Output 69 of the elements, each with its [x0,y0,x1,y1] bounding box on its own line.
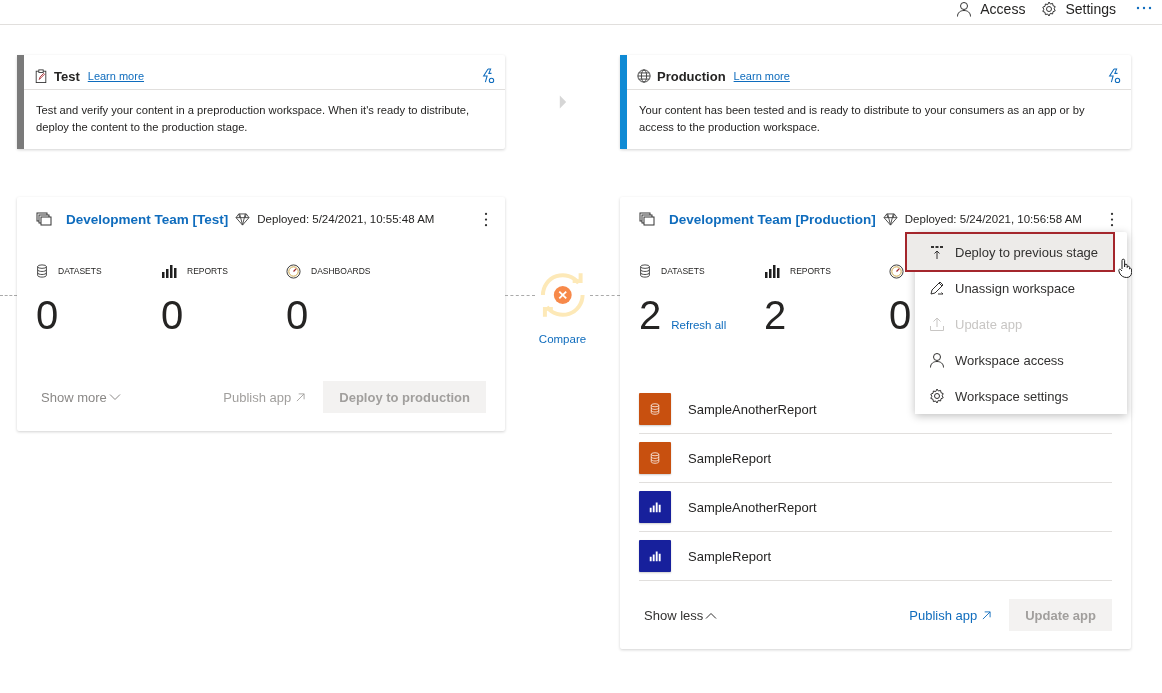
workspace-icon [36,212,52,226]
workspace-icon [639,212,655,226]
clipboard-icon [34,69,48,83]
deployed-timestamp: Deployed: 5/24/2021, 10:56:58 AM [904,213,1082,225]
external-link-icon [296,392,306,402]
compare-link[interactable]: Compare [538,333,587,345]
menu-item[interactable]: Workspace settings [915,378,1127,414]
stage-description: Test and verify your content in a preproduction workspace. When it's ready to distribute, deploy the content to the production stage. [35,103,471,135]
diamond-icon [235,212,251,226]
item-name: SampleAnotherReport [688,401,817,417]
stat-label: DASHBOARDS [311,266,371,276]
more-options-icon[interactable] [484,211,488,227]
person-icon [929,352,945,368]
more-options-icon[interactable] [1110,211,1114,227]
database-icon [36,264,48,278]
refresh-all-link[interactable]: Refresh all [671,319,727,331]
stat-count: 2 [764,292,787,339]
lightning-gear-icon[interactable] [481,68,495,84]
stat-label: REPORTS [790,266,831,276]
learn-more-link[interactable]: Learn more [733,70,790,82]
person-icon [956,1,973,17]
stage-description: Your content has been tested and is ready to distribute to your consumers as an app or by access to the production workspace. [638,103,1086,135]
bar-chart-icon [649,550,661,562]
workspace-title-link[interactable]: Development Team [Test] [66,211,229,227]
deployed-timestamp: Deployed: 5/24/2021, 10:55:48 AM [257,213,435,225]
database-icon [649,452,661,464]
stat-count: 2 [639,292,662,339]
item-name: SampleReport [688,450,772,466]
stat-label: REPORTS [187,266,228,276]
show-more-button[interactable]: Show more [36,389,121,405]
item-name: SampleAnotherReport [688,499,817,515]
show-less-button[interactable]: Show less [639,607,718,623]
stat-label: DATASETS [58,266,102,276]
bar-chart-icon [649,501,661,513]
menu-item[interactable]: Workspace access [915,342,1127,378]
bar-chart-icon [764,264,780,278]
stat-count: 0 [286,292,309,339]
stage-title: Test [54,68,80,84]
database-icon [649,403,661,415]
diamond-icon [882,212,898,226]
database-icon [639,264,651,278]
chevron-icon [705,611,718,619]
globe-icon [637,69,651,83]
settings-button[interactable]: Settings [1041,1,1116,17]
workspace-title-link[interactable]: Development Team [Production] [669,211,876,227]
settings-icon [1041,1,1058,17]
gauge-icon [286,263,301,279]
stat-count: 0 [36,292,59,339]
item-name: SampleReport [688,548,772,564]
chevron-icon [108,393,121,401]
publish-app-link[interactable]: Publish app [909,607,992,623]
deploy-up-icon [929,244,945,260]
learn-more-link[interactable]: Learn more [87,70,145,82]
menu-item[interactable]: Unassign workspace [915,270,1127,306]
settings-icon [929,388,945,404]
upload-icon [929,316,945,332]
stat-count: 0 [889,292,912,339]
lightning-gear-icon[interactable] [1107,68,1121,84]
bar-chart-icon [161,264,177,278]
stage-title: Production [657,68,726,84]
access-button[interactable]: Access [956,1,1026,17]
stat-count: 0 [161,292,184,339]
external-link-icon [982,610,992,620]
menu-item[interactable]: Deploy to previous stage [907,234,1113,270]
more-icon[interactable] [1136,6,1152,10]
arrow-right-icon [558,95,567,109]
gauge-icon [889,263,904,279]
stat-label: DATASETS [661,266,705,276]
pencil-icon [929,280,945,296]
